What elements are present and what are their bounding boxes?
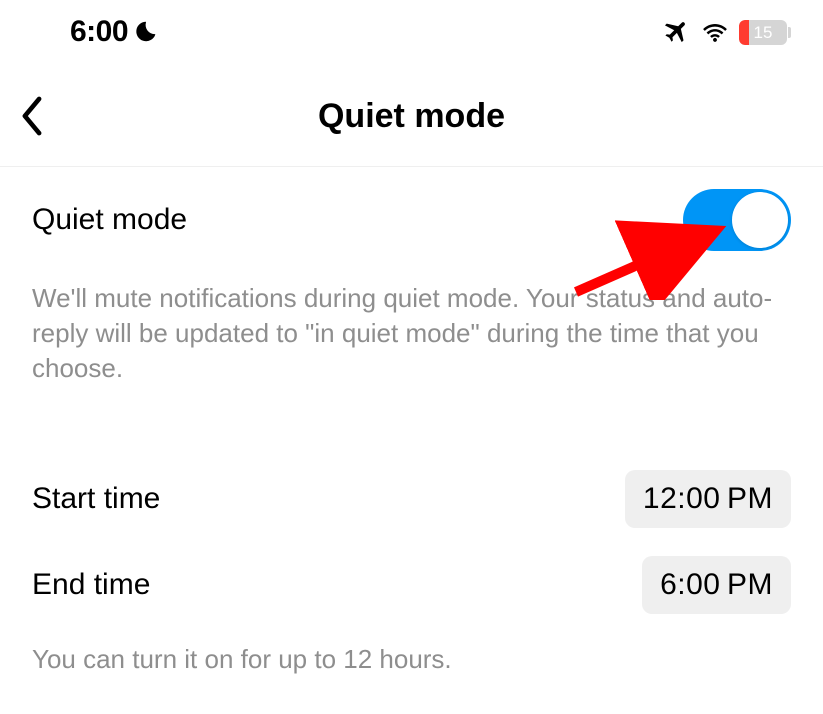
status-bar: 6:00 15	[0, 0, 823, 60]
quiet-mode-description: We'll mute notifications during quiet mo…	[32, 263, 791, 396]
quiet-mode-row: Quiet mode	[32, 167, 791, 263]
end-time-row: End time 6:00 PM	[32, 542, 791, 628]
battery-indicator: 15	[739, 20, 791, 45]
end-time-label: End time	[32, 568, 150, 602]
status-left: 6:00	[70, 15, 158, 49]
moon-icon	[132, 19, 158, 45]
nav-header: Quiet mode	[0, 60, 823, 167]
quiet-mode-label: Quiet mode	[32, 203, 187, 237]
start-time-label: Start time	[32, 482, 160, 516]
chevron-left-icon	[18, 96, 46, 136]
wifi-icon	[701, 20, 729, 44]
airplane-icon	[661, 17, 691, 47]
end-time-picker[interactable]: 6:00 PM	[642, 556, 791, 614]
duration-footnote: You can turn it on for up to 12 hours.	[32, 628, 791, 675]
battery-percent: 15	[739, 20, 787, 45]
quiet-mode-toggle[interactable]	[683, 189, 791, 251]
status-right: 15	[661, 17, 791, 47]
start-time-row: Start time 12:00 PM	[32, 456, 791, 542]
content: Quiet mode We'll mute notifications duri…	[0, 167, 823, 675]
status-time: 6:00	[70, 15, 128, 49]
start-time-picker[interactable]: 12:00 PM	[625, 470, 791, 528]
page-title: Quiet mode	[318, 97, 505, 136]
back-button[interactable]	[12, 90, 52, 142]
toggle-knob	[732, 192, 788, 248]
